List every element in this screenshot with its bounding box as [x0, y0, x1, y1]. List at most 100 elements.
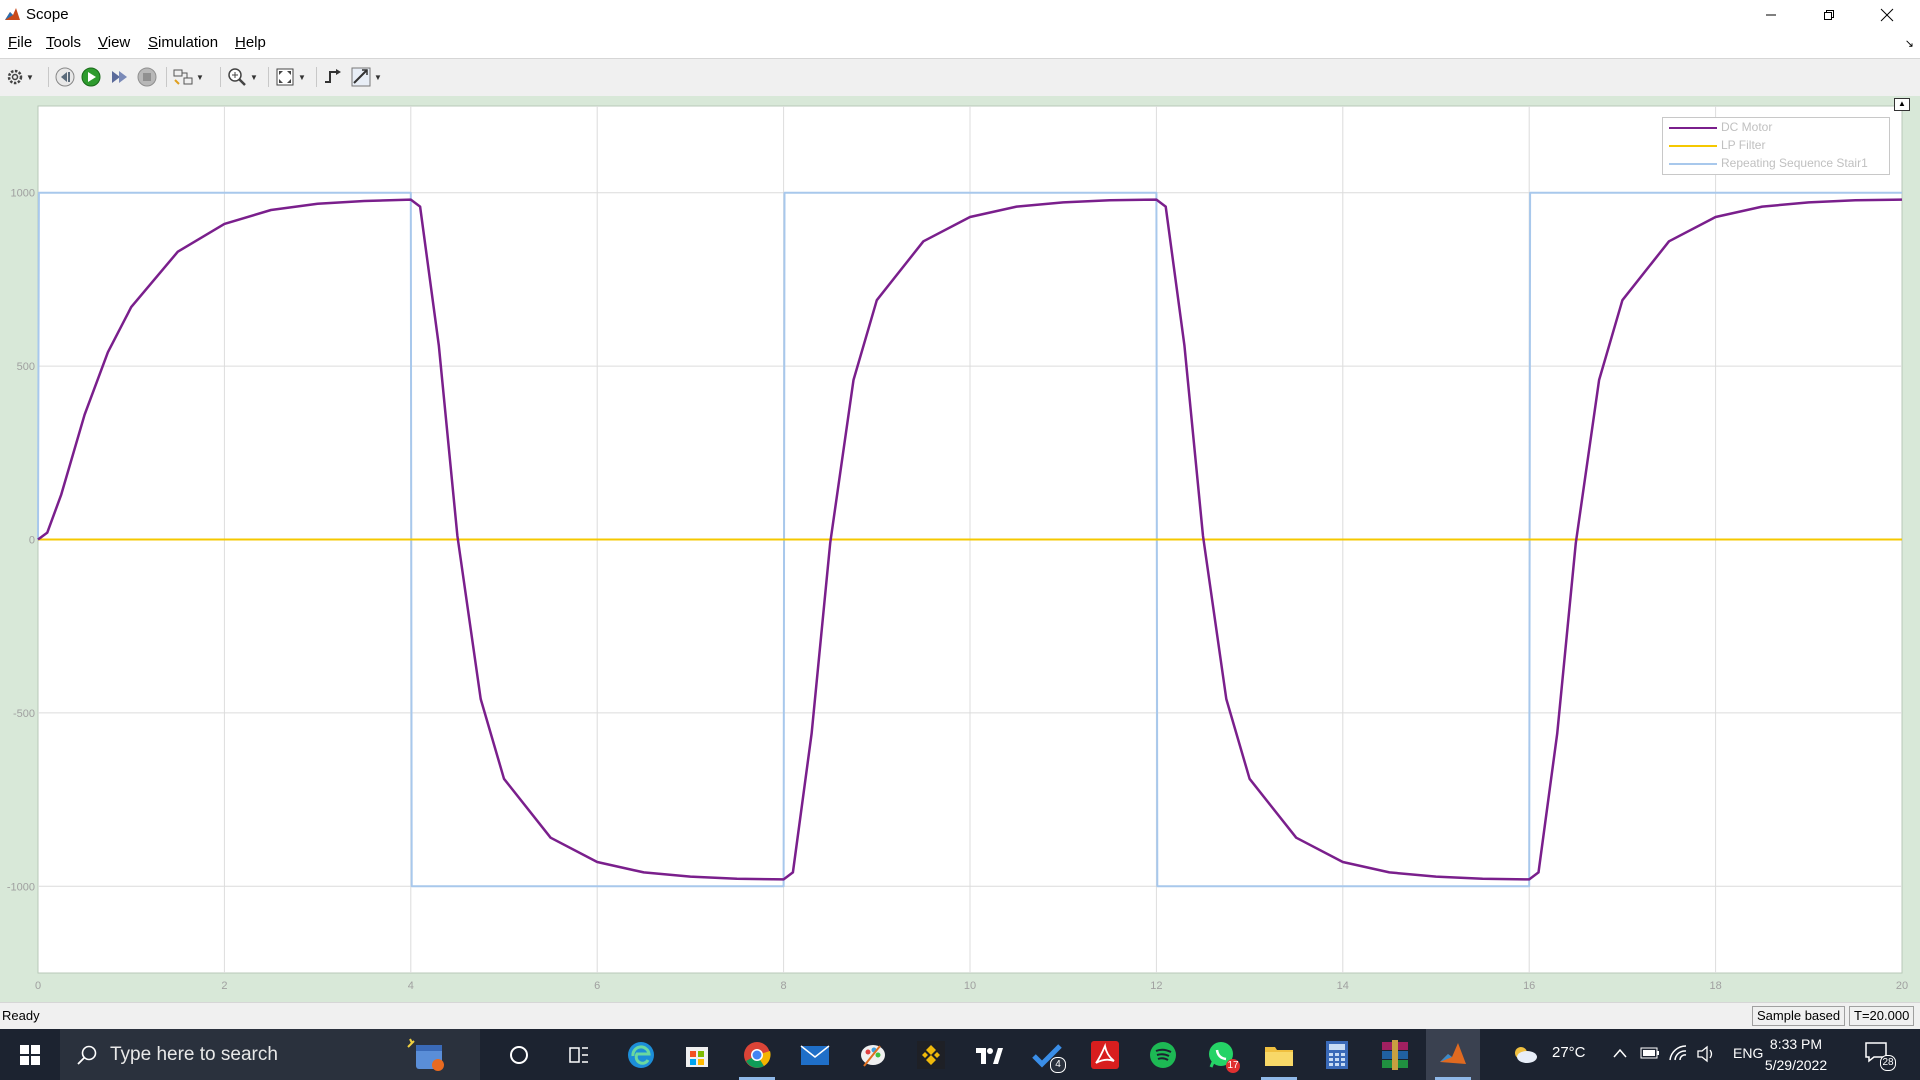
cortana-button[interactable]	[492, 1029, 546, 1080]
y-tick-label: -500	[13, 708, 35, 720]
notification-badge: 17	[1226, 1059, 1240, 1073]
matlab-icon	[1440, 1042, 1466, 1064]
restore-icon	[1824, 9, 1834, 20]
scope-display[interactable]: 0 2 4 6 8 10 12 14 16 18 20 1000 500 0 -500 -1000 ▲ DC …	[0, 96, 1920, 1002]
file-explorer-button[interactable]	[1252, 1029, 1306, 1080]
windows-taskbar: Type here to search 4 17 27°C ENG 8:33 P…	[0, 1029, 1920, 1080]
title-bar: Scope	[0, 0, 1920, 29]
todo-button[interactable]: 4	[1020, 1029, 1074, 1080]
undock-icon[interactable]: ▲	[1894, 98, 1910, 111]
sample-mode: Sample based	[1752, 1006, 1846, 1026]
volume-icon[interactable]	[1696, 1045, 1716, 1063]
legend-label: LP Filter	[1721, 138, 1766, 152]
toolbar: ▼ ▼ ▼ ▼ ▼	[0, 58, 1920, 97]
start-button[interactable]	[0, 1029, 60, 1080]
winrar-icon	[1382, 1039, 1408, 1070]
x-tick-label: 12	[1150, 980, 1162, 992]
x-tick-label: 20	[1896, 980, 1908, 992]
notification-center-button[interactable]: 28	[1864, 1041, 1896, 1071]
menu-tools[interactable]: Tools	[46, 34, 81, 51]
task-view-icon	[569, 1046, 588, 1063]
step-back-button[interactable]	[54, 65, 76, 89]
chrome-icon	[744, 1041, 771, 1068]
battery-icon[interactable]	[1640, 1046, 1660, 1060]
run-icon	[81, 67, 101, 87]
menu-help[interactable]: Help	[235, 34, 266, 51]
run-button[interactable]	[80, 65, 102, 89]
taskbar-clock[interactable]: 8:33 PM 5/29/2022	[1760, 1034, 1832, 1076]
store-button[interactable]	[670, 1029, 724, 1080]
settings-gear-icon	[7, 69, 23, 85]
weather-cloud-icon[interactable]	[1512, 1044, 1538, 1064]
matlab-button[interactable]	[1426, 1029, 1480, 1080]
legend-label: DC Motor	[1721, 120, 1773, 134]
x-tick-label: 2	[221, 980, 227, 992]
store-icon	[686, 1046, 708, 1067]
legend-entry[interactable]: DC Motor	[1663, 120, 1889, 136]
chevron-down-icon: ▼	[196, 72, 204, 82]
fit-to-view-icon	[276, 68, 294, 86]
close-icon	[1880, 8, 1894, 21]
tradingview-button[interactable]	[962, 1029, 1016, 1080]
stop-icon	[137, 67, 157, 87]
window-title: Scope	[26, 6, 69, 23]
step-forward-button[interactable]	[108, 65, 130, 89]
x-tick-label: 14	[1337, 980, 1349, 992]
paint-button[interactable]	[846, 1029, 900, 1080]
y-tick-label: 500	[17, 361, 35, 373]
edge-button[interactable]	[614, 1029, 668, 1080]
zoom-button[interactable]: ▼	[226, 65, 258, 89]
highlight-simulink-block-icon	[173, 69, 193, 85]
dock-arrow-icon[interactable]: ↘	[1905, 37, 1914, 50]
status-bar: Ready Sample based T=20.000	[0, 1002, 1920, 1029]
legend-entry[interactable]: Repeating Sequence Stair1	[1663, 156, 1889, 172]
whatsapp-button[interactable]: 17	[1194, 1029, 1248, 1080]
weather-temperature[interactable]: 27°C	[1552, 1044, 1586, 1061]
fit-to-view-button[interactable]: ▼	[274, 65, 306, 89]
notification-count: 28	[1880, 1055, 1896, 1071]
stop-button[interactable]	[136, 65, 158, 89]
chrome-button[interactable]	[730, 1029, 784, 1080]
input-language[interactable]: ENG	[1733, 1045, 1763, 1061]
restore-button[interactable]	[1806, 0, 1852, 29]
triggers-icon	[325, 69, 341, 83]
acrobat-button[interactable]	[1078, 1029, 1132, 1080]
menu-view[interactable]: View	[98, 34, 130, 51]
binance-button[interactable]	[904, 1029, 958, 1080]
legend[interactable]: DC Motor LP Filter Repeating Sequence St…	[1662, 117, 1890, 175]
winrar-button[interactable]	[1368, 1029, 1422, 1080]
y-tick-label: 0	[29, 535, 35, 547]
legend-swatch	[1669, 145, 1717, 147]
search-icon	[77, 1045, 97, 1065]
minimize-button[interactable]	[1748, 0, 1794, 29]
clock-time: 8:33 PM	[1769, 1036, 1823, 1052]
close-button[interactable]	[1864, 0, 1910, 29]
x-tick-label: 10	[964, 980, 976, 992]
edge-icon	[628, 1041, 654, 1068]
spotify-button[interactable]	[1136, 1029, 1190, 1080]
acrobat-icon	[1091, 1040, 1119, 1069]
menu-simulation[interactable]: Simulation	[148, 34, 218, 51]
mail-icon	[800, 1044, 830, 1065]
menu-file[interactable]: File	[8, 34, 32, 51]
scope-plot[interactable]: 0 2 4 6 8 10 12 14 16 18 20 1000 500 0 -500 -1000	[0, 96, 1920, 1002]
wifi-icon[interactable]	[1668, 1044, 1688, 1062]
calculator-button[interactable]	[1310, 1029, 1364, 1080]
taskbar-search[interactable]: Type here to search	[60, 1029, 480, 1080]
chevron-down-icon: ▼	[374, 72, 382, 82]
mail-button[interactable]	[788, 1029, 842, 1080]
chevron-down-icon: ▼	[298, 72, 306, 82]
show-hidden-icons-icon[interactable]	[1612, 1047, 1628, 1059]
simulation-time: T=20.000	[1849, 1006, 1915, 1026]
legend-entry[interactable]: LP Filter	[1663, 138, 1889, 154]
measurements-button[interactable]: ▼	[350, 65, 382, 89]
settings-button[interactable]: ▼	[6, 65, 34, 89]
highlight-block-button[interactable]: ▼	[172, 65, 204, 89]
x-tick-label: 0	[35, 980, 41, 992]
task-view-button[interactable]	[552, 1029, 606, 1080]
weather-widget-icon[interactable]	[406, 1037, 446, 1073]
y-tick-label: 1000	[11, 188, 35, 200]
triggers-button[interactable]	[322, 65, 344, 89]
tradingview-icon	[976, 1047, 1003, 1064]
step-back-icon	[55, 67, 75, 87]
